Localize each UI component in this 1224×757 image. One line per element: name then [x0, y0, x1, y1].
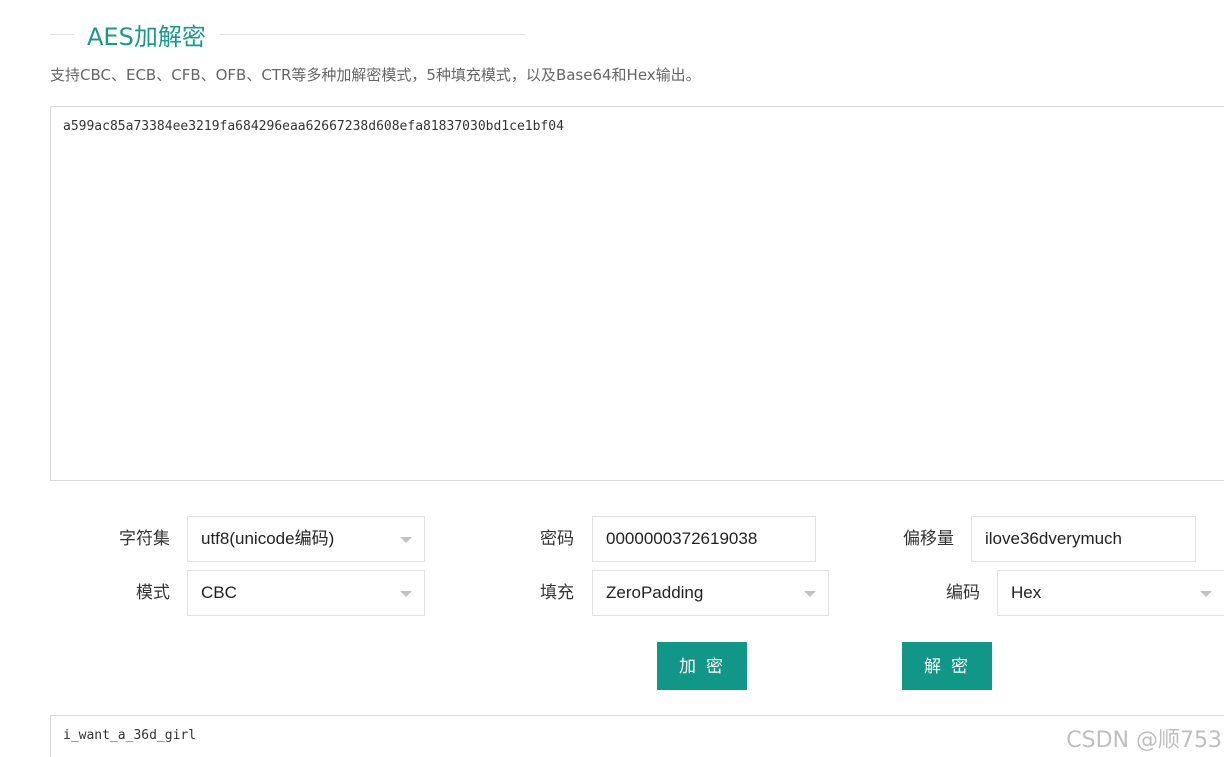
charset-select[interactable]: utf8(unicode编码) [187, 516, 425, 562]
password-input[interactable]: 0000000372619038 [592, 516, 816, 562]
iv-input[interactable]: ilove36dverymuch [971, 516, 1196, 562]
aes-tool-page: AES加解密 支持CBC、ECB、CFB、OFB、CTR等多种加解密模式，5种填… [0, 0, 1224, 757]
encoding-select[interactable]: Hex [997, 570, 1224, 616]
padding-select[interactable]: ZeroPadding [592, 570, 829, 616]
chevron-down-icon [400, 537, 412, 543]
input-textarea[interactable]: a599ac85a73384ee3219fa684296eaa62667238d… [50, 106, 1224, 481]
mode-select[interactable]: CBC [187, 570, 425, 616]
encrypt-button[interactable]: 加密 [657, 642, 747, 690]
charset-label: 字符集 [119, 529, 170, 549]
chevron-down-icon [400, 591, 412, 597]
page-subtitle: 支持CBC、ECB、CFB、OFB、CTR等多种加解密模式，5种填充模式，以及B… [50, 66, 701, 84]
encoding-label: 编码 [946, 583, 980, 603]
chevron-down-icon [1200, 591, 1212, 597]
csdn-watermark: CSDN @顺753 [1066, 728, 1222, 753]
chevron-down-icon [804, 591, 816, 597]
password-label: 密码 [540, 529, 574, 549]
mode-select-value: CBC [201, 583, 237, 602]
mode-label: 模式 [136, 583, 170, 603]
title-divider-left [50, 33, 74, 35]
output-textarea[interactable]: i_want_a_36d_girl [50, 715, 1224, 757]
iv-label: 偏移量 [903, 529, 954, 549]
padding-select-value: ZeroPadding [606, 583, 704, 602]
page-title: AES加解密 [87, 22, 206, 51]
title-divider-right [219, 33, 525, 35]
decrypt-button[interactable]: 解密 [902, 642, 992, 690]
encoding-select-value: Hex [1011, 583, 1042, 602]
charset-select-value: utf8(unicode编码) [201, 529, 335, 548]
title-row: AES加解密 [50, 18, 525, 51]
padding-label: 填充 [540, 583, 574, 603]
